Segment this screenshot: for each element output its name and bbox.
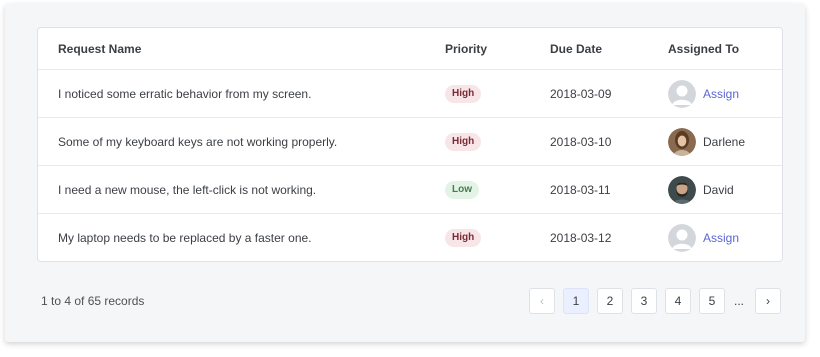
assign-link[interactable]: Assign <box>703 87 739 101</box>
request-name: I noticed some erratic behavior from my … <box>58 86 312 101</box>
page-button-5[interactable]: 5 <box>699 288 725 314</box>
requests-table: Request Name Priority Due Date Assigned … <box>37 27 783 262</box>
page-button-1[interactable]: 1 <box>563 288 589 314</box>
next-page-button[interactable]: › <box>755 288 781 314</box>
requests-panel: Request Name Priority Due Date Assigned … <box>5 4 805 342</box>
header-request-name[interactable]: Request Name <box>58 28 141 69</box>
pagination: ‹ 1 2 3 4 5 ... › <box>5 288 805 314</box>
assign-link[interactable]: Assign <box>703 231 739 245</box>
request-name: I need a new mouse, the left-click is no… <box>58 182 317 197</box>
page-button-4[interactable]: 4 <box>665 288 691 314</box>
user-avatar-darlene <box>668 127 696 156</box>
priority-badge: Low <box>445 180 479 199</box>
header-assigned-to[interactable]: Assigned To <box>668 28 739 69</box>
assigned-cell: Assign <box>668 214 739 261</box>
header-priority[interactable]: Priority <box>445 28 487 69</box>
chevron-left-icon: ‹ <box>540 294 544 308</box>
table-header-row: Request Name Priority Due Date Assigned … <box>38 28 782 70</box>
assigned-cell: David <box>668 166 734 213</box>
user-avatar-david <box>668 175 696 204</box>
priority-badge: High <box>445 132 482 151</box>
table-row[interactable]: I need a new mouse, the left-click is no… <box>38 166 782 214</box>
prev-page-button[interactable]: ‹ <box>529 288 555 314</box>
priority-cell: High <box>445 118 482 165</box>
pagination-ellipsis: ... <box>733 294 744 308</box>
priority-badge: High <box>445 84 482 103</box>
person-placeholder-icon <box>668 224 696 252</box>
person-placeholder-icon <box>668 79 696 108</box>
header-due-date[interactable]: Due Date <box>550 28 602 69</box>
request-name: Some of my keyboard keys are not working… <box>58 134 338 149</box>
assignee-name: David <box>703 182 734 197</box>
page-button-2[interactable]: 2 <box>597 288 623 314</box>
priority-cell: High <box>445 214 482 261</box>
due-date: 2018-03-10 <box>550 134 612 149</box>
chevron-right-icon: › <box>766 294 770 308</box>
priority-cell: Low <box>445 166 479 213</box>
assignee-name: Darlene <box>703 134 746 149</box>
table-row[interactable]: I noticed some erratic behavior from my … <box>38 70 782 118</box>
page-button-3[interactable]: 3 <box>631 288 657 314</box>
table-row[interactable]: Some of my keyboard keys are not working… <box>38 118 782 166</box>
priority-badge: High <box>445 229 482 247</box>
table-row[interactable]: My laptop needs to be replaced by a fast… <box>38 214 782 261</box>
assigned-cell: Assign <box>668 70 739 117</box>
due-date: 2018-03-12 <box>550 231 612 245</box>
due-date: 2018-03-09 <box>550 86 612 101</box>
request-name: My laptop needs to be replaced by a fast… <box>58 231 312 245</box>
priority-cell: High <box>445 70 482 117</box>
due-date: 2018-03-11 <box>550 182 611 197</box>
assigned-cell: Darlene <box>668 118 745 165</box>
